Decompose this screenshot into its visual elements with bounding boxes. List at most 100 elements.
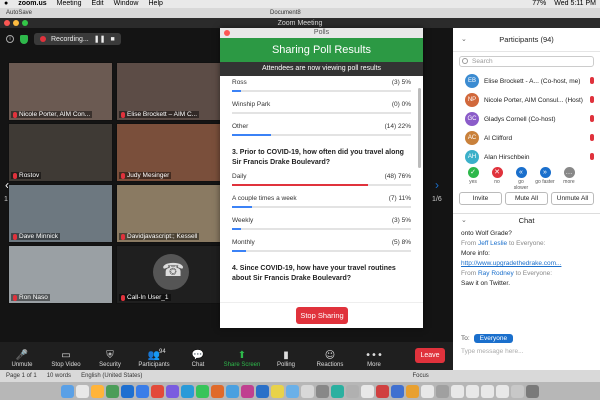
close-poll-button[interactable] [224, 30, 230, 36]
pause-recording-icon[interactable]: ❚❚ [94, 35, 106, 43]
video-tile[interactable]: Call-In User_1 [116, 245, 221, 304]
info-icon[interactable]: i [6, 35, 14, 43]
dock-app-icon[interactable] [316, 384, 329, 398]
chat-message-input[interactable]: Type message here... [461, 348, 524, 355]
menu-edit[interactable]: Edit [92, 0, 104, 8]
video-tile[interactable]: Dave Minnick [8, 184, 113, 243]
autosave-label[interactable]: AutoSave [6, 10, 32, 16]
stop-recording-icon[interactable]: ■ [110, 36, 114, 43]
dock-app-icon[interactable] [271, 384, 284, 398]
menubar-clock[interactable]: Wed 5:11 PM [554, 0, 596, 8]
participant-row[interactable]: NP Nicole Porter, AIM Consul... (Host) [453, 90, 600, 109]
chat-sender[interactable]: Jeff Leslie [478, 240, 507, 247]
dock-app-icon[interactable] [376, 384, 389, 398]
leave-meeting-button[interactable]: Leave [415, 348, 445, 363]
dock-app-icon[interactable] [181, 384, 194, 398]
participant-row[interactable]: EB Elise Brockett - A... (Co-host, me) [453, 71, 600, 90]
battery-status[interactable]: 77% [532, 0, 546, 8]
share-screen-button[interactable]: ⬆ Share Screen [220, 349, 264, 368]
muted-mic-icon[interactable] [590, 77, 594, 84]
muted-mic-icon[interactable] [590, 134, 594, 141]
muted-mic-icon[interactable] [590, 153, 594, 160]
reaction-go-slower-button[interactable]: «go slower [511, 166, 531, 191]
dock-app-icon[interactable] [76, 384, 89, 398]
language-status[interactable]: English (United States) [81, 373, 142, 379]
dock-app-icon[interactable] [511, 384, 524, 398]
dock-app-icon[interactable] [526, 384, 539, 398]
dock-app-icon[interactable] [301, 384, 314, 398]
reaction-go-faster-button[interactable]: » go faster [535, 166, 555, 188]
dock-app-icon[interactable] [391, 384, 404, 398]
apple-icon[interactable]: ● [4, 0, 8, 8]
polling-button[interactable]: ▮ Polling [264, 349, 308, 368]
dock-app-icon[interactable] [421, 384, 434, 398]
security-button[interactable]: ⛨ Security [88, 349, 132, 368]
dock-app-icon[interactable] [226, 384, 239, 398]
reaction-no-button[interactable]: ✕ no [487, 166, 507, 188]
chevron-down-icon[interactable]: ⌄ [461, 28, 467, 52]
dock-app-icon[interactable] [256, 384, 269, 398]
chat-sender[interactable]: Ray Rodney [478, 270, 514, 277]
unmute-all-button[interactable]: Unmute All [551, 192, 594, 205]
menu-help[interactable]: Help [149, 0, 163, 8]
reaction-yes-button[interactable]: ✓ yes [463, 166, 483, 188]
page-count[interactable]: Page 1 of 1 [6, 373, 37, 379]
stop-video-button[interactable]: ▭ Stop Video [44, 349, 88, 368]
dock-app-icon[interactable] [406, 384, 419, 398]
video-tile[interactable]: Elise Brockett – AIM C... [116, 62, 221, 121]
dock-app-icon[interactable] [361, 384, 374, 398]
dock-app-icon[interactable] [331, 384, 344, 398]
muted-mic-icon[interactable] [590, 115, 594, 122]
chat-link[interactable]: http://www.upgradethedrake.com... [461, 260, 561, 267]
chat-recipient-select[interactable]: Everyone [473, 334, 514, 343]
dock-app-icon[interactable] [466, 384, 479, 398]
more-button[interactable]: ••• More [352, 349, 396, 368]
dock-app-icon[interactable] [346, 384, 359, 398]
dock-app-icon[interactable] [121, 384, 134, 398]
dock-app-icon[interactable] [211, 384, 224, 398]
video-tile[interactable]: Davidjavascript:; Kessell [116, 184, 221, 243]
menu-meeting[interactable]: Meeting [57, 0, 82, 8]
dock-app-icon[interactable] [496, 384, 509, 398]
dock-app-icon[interactable] [136, 384, 149, 398]
invite-button[interactable]: Invite [459, 192, 502, 205]
next-page-arrow-icon[interactable]: › [432, 176, 442, 194]
chevron-down-icon[interactable]: ⌄ [461, 214, 467, 228]
menu-app-name[interactable]: zoom.us [18, 0, 46, 8]
reactions-button[interactable]: ☺ Reactions [308, 349, 352, 368]
video-tile[interactable]: Ron Naso [8, 245, 113, 304]
muted-mic-icon[interactable] [590, 96, 594, 103]
stop-sharing-button[interactable]: Stop Sharing [296, 307, 348, 324]
unmute-button[interactable]: 🎤 Unmute [0, 349, 44, 368]
chat-messages[interactable]: onto Wolf Grade? From Jeff Leslie to Eve… [453, 227, 600, 291]
video-tile[interactable]: Judy Mesinger [116, 123, 221, 182]
participants-search-input[interactable]: Search [459, 56, 594, 67]
participant-row[interactable]: GC Gladys Cornell (Co-host) [453, 109, 600, 128]
word-count[interactable]: 10 words [47, 373, 71, 379]
video-tile[interactable]: Rostov [8, 123, 113, 182]
reaction-more-button[interactable]: … more [559, 166, 579, 188]
poll-scrollbar[interactable] [418, 88, 421, 168]
participant-row[interactable]: AH Alan Hirschbein [453, 147, 600, 166]
dock-app-icon[interactable] [151, 384, 164, 398]
dock-app-icon[interactable] [286, 384, 299, 398]
participant-row[interactable]: AC Al Clifford [453, 128, 600, 147]
dock-app-icon[interactable] [166, 384, 179, 398]
recording-indicator[interactable]: Recording... ❚❚ ■ [34, 33, 121, 45]
zoom-window-button[interactable] [22, 20, 28, 26]
menu-window[interactable]: Window [114, 0, 139, 8]
participants-button[interactable]: 👥 Participants 94 [132, 349, 176, 368]
dock-app-icon[interactable] [451, 384, 464, 398]
close-window-button[interactable] [4, 20, 10, 26]
minimize-window-button[interactable] [13, 20, 19, 26]
dock-app-icon[interactable] [436, 384, 449, 398]
dock-app-icon[interactable] [241, 384, 254, 398]
focus-mode-button[interactable]: Focus [412, 373, 428, 379]
video-tile[interactable]: Nicole Porter, AIM Con... [8, 62, 113, 121]
dock-app-icon[interactable] [91, 384, 104, 398]
chat-button[interactable]: 💬 Chat [176, 349, 220, 368]
dock-app-icon[interactable] [196, 384, 209, 398]
dock-app-icon[interactable] [61, 384, 74, 398]
dock-app-icon[interactable] [106, 384, 119, 398]
encryption-shield-icon[interactable] [20, 34, 28, 44]
